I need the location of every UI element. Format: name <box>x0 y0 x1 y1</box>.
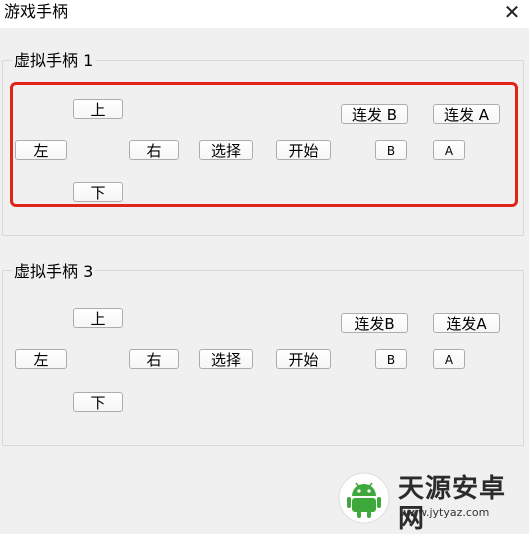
title-bar: 游戏手柄 ✕ <box>0 0 529 28</box>
close-icon[interactable]: ✕ <box>503 2 521 22</box>
gamepad-3-label: 虚拟手柄 3 <box>12 262 96 282</box>
gamepad-3-select-button[interactable]: 选择 <box>199 349 253 369</box>
gamepad-3-up-button[interactable]: 上 <box>73 308 123 328</box>
gamepad-3-turbo-b-button[interactable]: 连发B <box>341 313 408 333</box>
gamepad-3-start-button[interactable]: 开始 <box>276 349 331 369</box>
gamepad-3-b-button[interactable]: B <box>375 349 407 369</box>
android-robot-icon <box>338 472 390 524</box>
watermark-url: www.jytyaz.com <box>400 506 490 519</box>
gamepad-3-a-button[interactable]: A <box>433 349 465 369</box>
gamepad-3-left-button[interactable]: 左 <box>15 349 67 369</box>
gamepad-3-right-button[interactable]: 右 <box>129 349 179 369</box>
highlight-box <box>10 82 518 207</box>
gamepad-1-label: 虚拟手柄 1 <box>12 51 96 71</box>
window-title: 游戏手柄 <box>4 2 69 21</box>
watermark-name: 天源安卓网 <box>398 474 507 534</box>
gamepad-3-down-button[interactable]: 下 <box>73 392 123 412</box>
gamepad-3-turbo-a-button[interactable]: 连发A <box>433 313 500 333</box>
watermark: 天源安卓网 www.jytyaz.com <box>338 470 529 534</box>
